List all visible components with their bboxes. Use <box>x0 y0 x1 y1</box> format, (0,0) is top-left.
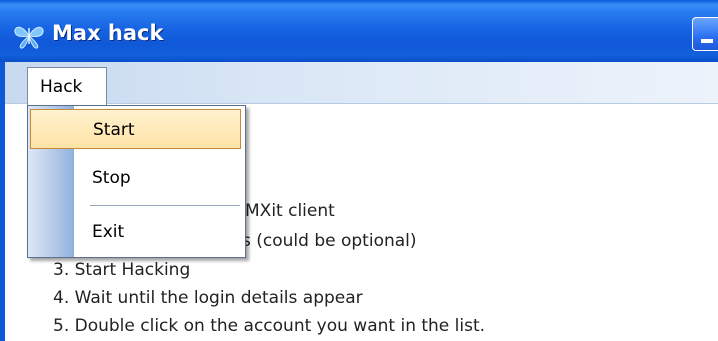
menu-separator <box>90 205 240 206</box>
instruction-line: 4. Wait until the login details appear <box>53 288 363 308</box>
window-title: Max hack <box>52 21 164 45</box>
menu-item-exit[interactable]: Exit <box>28 212 245 252</box>
menu-item-label: Start <box>93 120 135 140</box>
menu-hack-label: Hack <box>40 77 83 97</box>
hack-dropdown-menu: Start Stop Exit <box>27 105 246 258</box>
instruction-line: s (could be optional) <box>242 231 417 251</box>
menu-item-start[interactable]: Start <box>30 109 241 149</box>
instruction-line: 3. Start Hacking <box>53 260 191 280</box>
instruction-line: 5. Double click on the account you want … <box>53 316 486 336</box>
app-window: Max hack Hack MXit client s (could be op… <box>0 0 718 341</box>
butterfly-app-icon <box>14 26 44 49</box>
menu-bar <box>5 62 718 104</box>
menu-item-stop[interactable]: Stop <box>28 158 245 198</box>
title-bar[interactable]: Max hack <box>0 0 718 62</box>
menu-hack[interactable]: Hack <box>27 67 107 107</box>
minimize-button[interactable] <box>692 17 718 51</box>
menu-item-label: Exit <box>92 222 125 242</box>
menu-item-label: Stop <box>92 168 131 188</box>
instruction-line: MXit client <box>245 201 335 221</box>
